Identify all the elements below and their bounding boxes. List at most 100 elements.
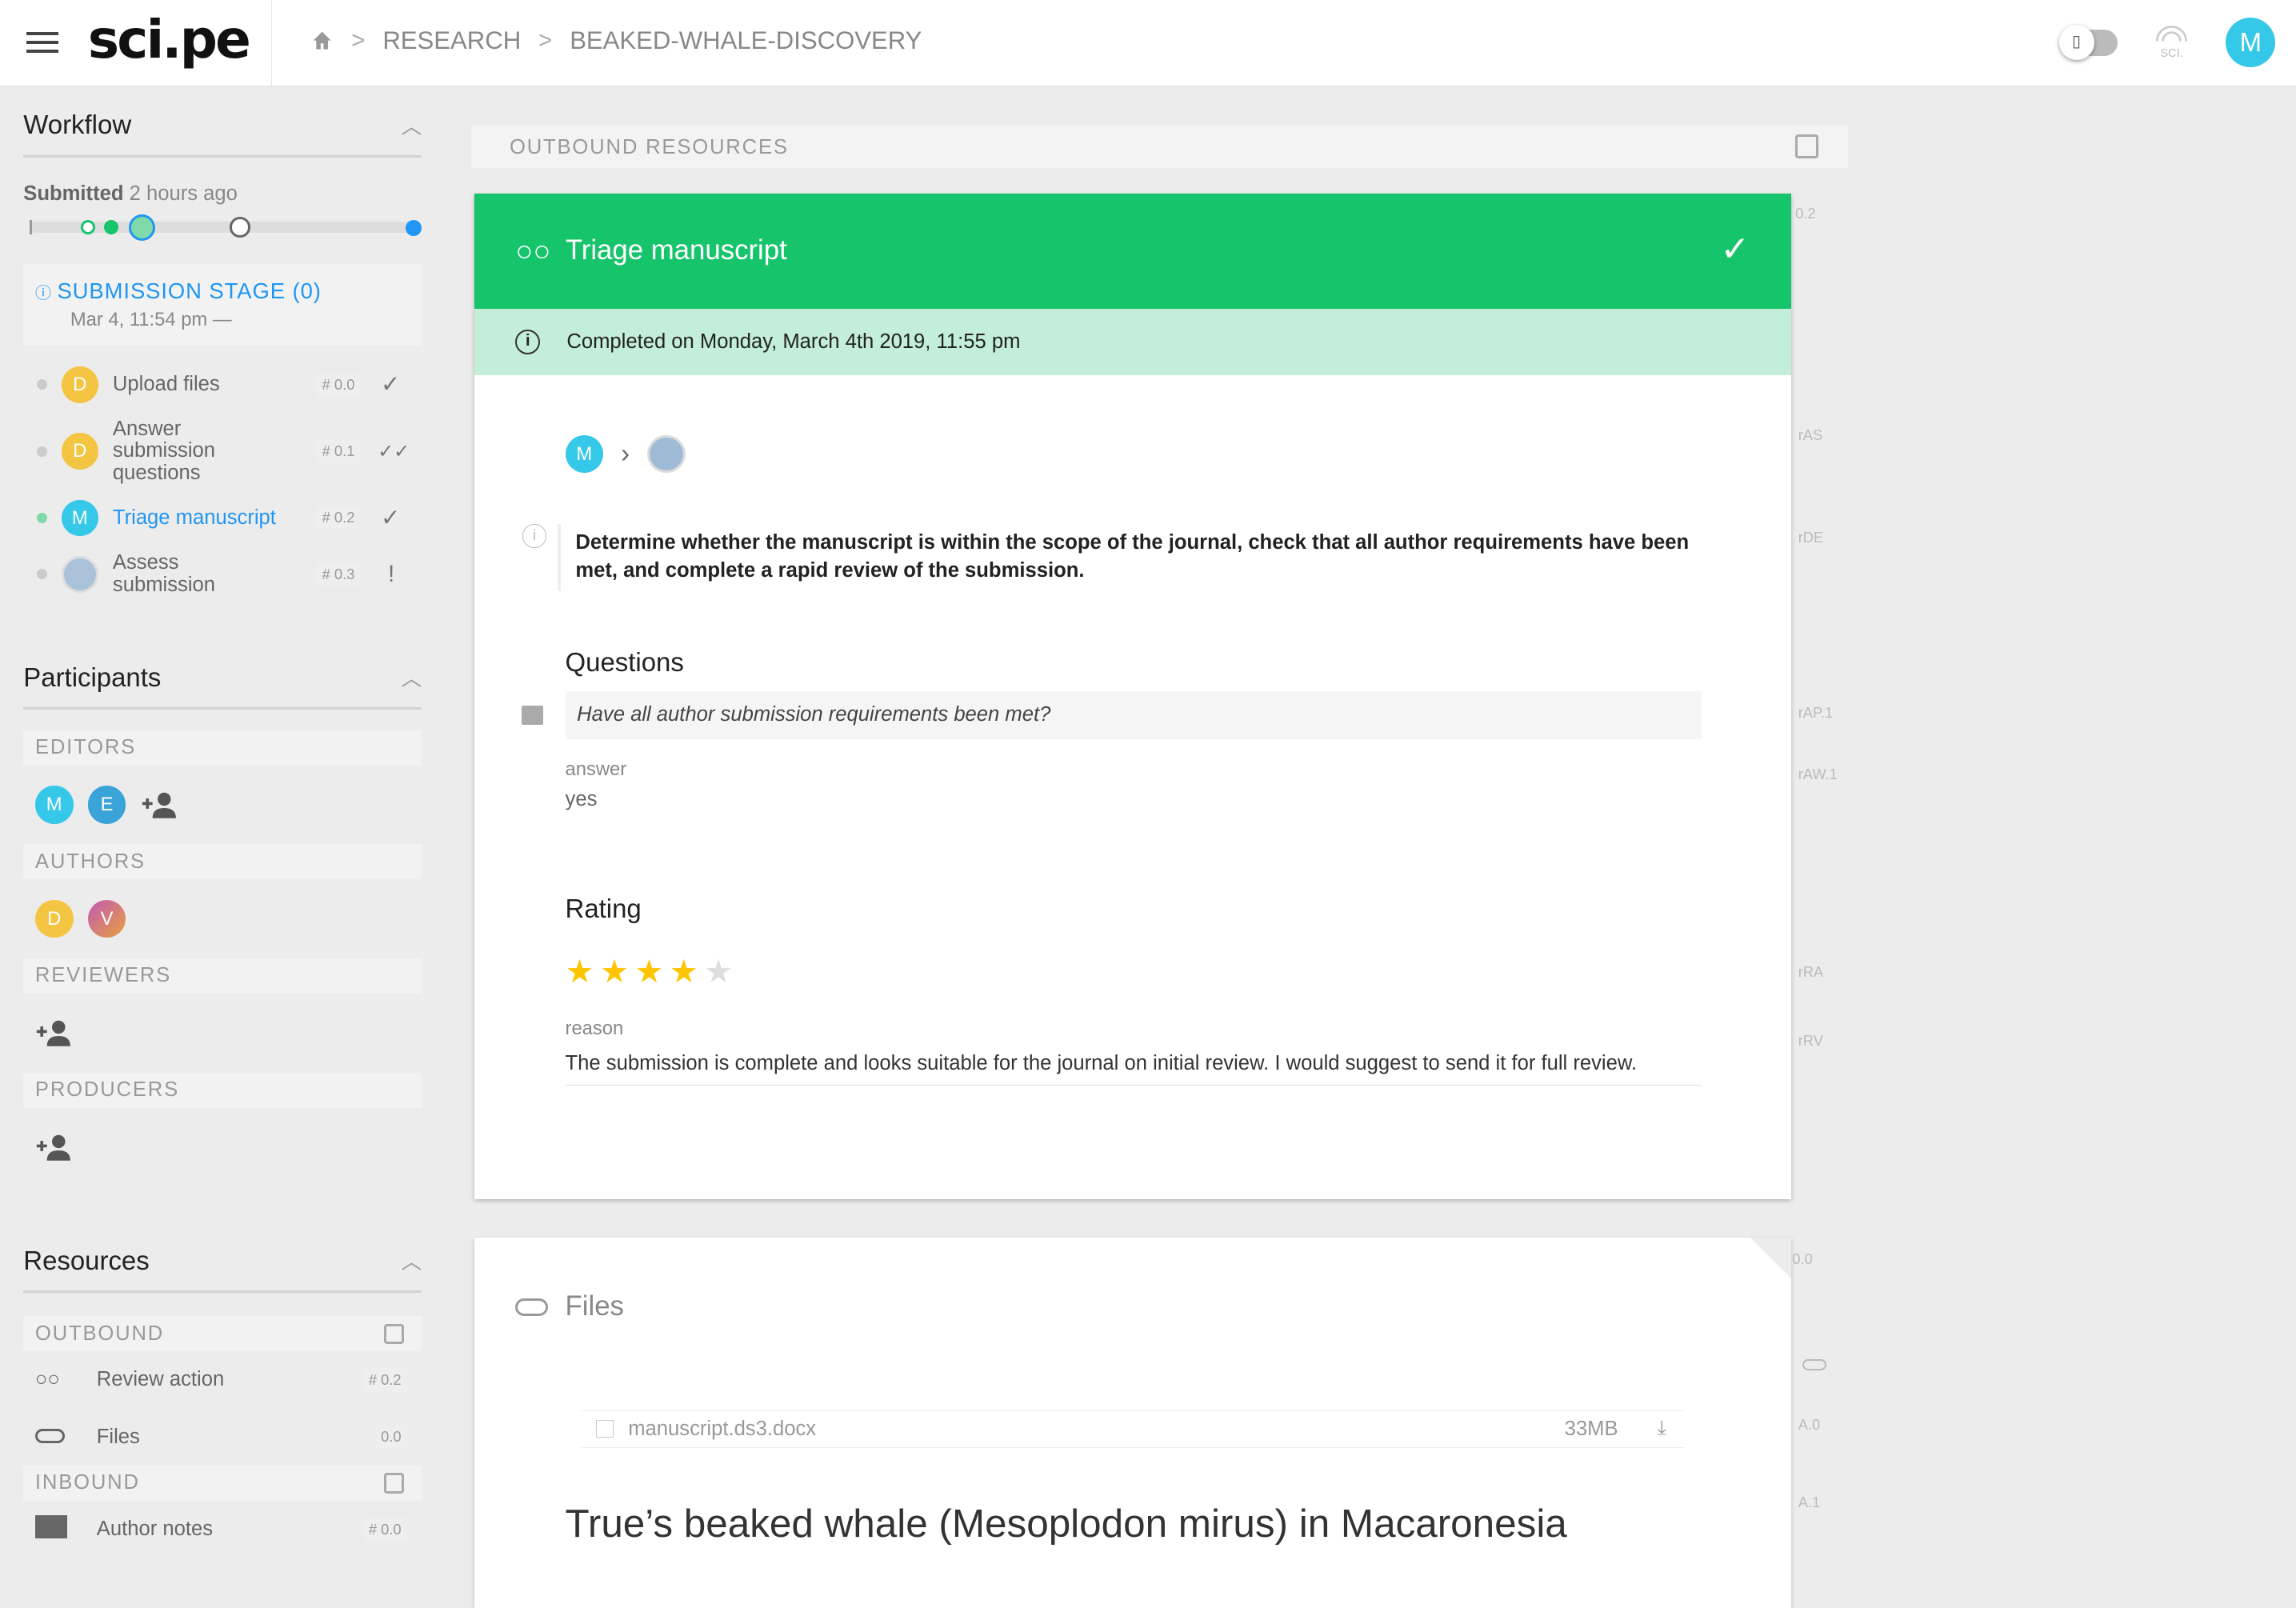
resource-tag: # 0.2 xyxy=(362,1368,407,1392)
role-avatar[interactable] xyxy=(646,434,686,474)
files-title: Files xyxy=(565,1291,624,1322)
resource-files[interactable]: Files 0.0 xyxy=(23,1409,422,1466)
breadcrumb-project[interactable]: BEAKED-WHALE-DISCOVERY xyxy=(570,26,922,55)
resource-author-notes[interactable]: Author notes # 0.0 xyxy=(23,1501,422,1558)
submission-stage[interactable]: ⓘ SUBMISSION STAGE (0) Mar 4, 11:54 pm — xyxy=(23,263,422,346)
card-header: ○○ Triage manuscript ✓ xyxy=(474,193,1791,310)
margin-tag: A.1 xyxy=(1798,1494,1821,1510)
check-icon: ✓ xyxy=(380,504,401,531)
paperclip-icon xyxy=(515,1298,548,1316)
margin-tag: A.0 xyxy=(1798,1415,1821,1433)
workflow-item-answer-questions[interactable]: D Answer submission questions # 0.1 ✓✓ xyxy=(23,418,422,485)
add-person-icon[interactable] xyxy=(35,1133,74,1162)
book-icon: ▯ xyxy=(2058,25,2094,61)
breadcrumb: > RESEARCH > BEAKED-WHALE-DISCOVERY xyxy=(310,26,922,55)
group-editors: EDITORS M E xyxy=(23,730,422,845)
mail-icon xyxy=(34,1514,74,1544)
resource-tag: # 0.0 xyxy=(362,1517,407,1542)
avatar[interactable]: M xyxy=(34,786,74,824)
save-icon[interactable] xyxy=(383,1323,405,1345)
bullet xyxy=(36,569,47,580)
workflow-item-label: Triage manuscript xyxy=(112,506,276,529)
progress-step[interactable] xyxy=(230,217,250,238)
bullet xyxy=(36,512,47,523)
save-icon[interactable] xyxy=(1795,134,1819,158)
chevron-up-icon[interactable]: ︿ xyxy=(402,110,422,140)
star-icon: ★ xyxy=(599,953,630,990)
user-avatar[interactable]: M xyxy=(2226,17,2276,68)
paper-title: True’s beaked whale (Mesoplodon mirus) i… xyxy=(565,1502,1567,1546)
menu-icon[interactable] xyxy=(26,28,59,58)
workflow-progress[interactable] xyxy=(23,211,422,241)
chevron-right-icon: > xyxy=(538,26,553,54)
margin-tag: 0.0 xyxy=(1792,1250,1813,1268)
breadcrumb-research[interactable]: RESEARCH xyxy=(382,26,521,55)
workflow-item-upload-files[interactable]: D Upload files # 0.0 ✓ xyxy=(23,366,422,403)
workflow-item-label: Answer submission questions xyxy=(112,417,216,484)
glasses-icon: ○○ xyxy=(515,234,551,267)
triage-card: ○○ Triage manuscript ✓ i Completed on Mo… xyxy=(474,193,1791,1200)
star-icon: ★ xyxy=(634,953,664,990)
outbound-resources-header: OUTBOUND RESOURCES xyxy=(471,126,1848,169)
task-description: Determine whether the manuscript is with… xyxy=(575,530,1690,582)
save-icon[interactable] xyxy=(383,1473,405,1494)
resources-header[interactable]: Resources ︿ xyxy=(23,1246,422,1294)
assignment: M › xyxy=(565,434,686,474)
answer-value: yes xyxy=(565,787,598,810)
questions-title: Questions xyxy=(565,647,684,678)
resource-label: Files xyxy=(96,1425,140,1448)
info-icon: ⓘ xyxy=(34,285,58,303)
chevron-up-icon[interactable]: ︿ xyxy=(402,662,422,692)
info-icon: i xyxy=(522,524,546,548)
reason-label: reason xyxy=(565,1018,624,1040)
file-size: 33MB xyxy=(1564,1417,1618,1440)
group-header: REVIEWERS xyxy=(23,958,422,994)
avatar[interactable]: D xyxy=(34,899,74,938)
paperclip-icon xyxy=(1802,1358,1826,1371)
progress-end[interactable] xyxy=(406,219,422,237)
divider xyxy=(558,524,562,592)
chevron-right-icon: > xyxy=(351,26,366,54)
resource-label: Review action xyxy=(96,1368,225,1391)
completion-text: Completed on Monday, March 4th 2019, 11:… xyxy=(566,330,1021,353)
workflow-item-label: Assess submission xyxy=(112,551,216,596)
assignee-avatar[interactable]: M xyxy=(565,434,604,474)
outbound-label: OUTBOUND xyxy=(34,1322,165,1345)
workflow-header[interactable]: Workflow ︿ xyxy=(23,110,422,158)
progress-step-current[interactable] xyxy=(129,214,155,241)
stage-subtitle: Mar 4, 11:54 pm — xyxy=(70,308,232,330)
avatar: M xyxy=(61,499,98,537)
workflow-item-triage-manuscript[interactable]: M Triage manuscript # 0.2 ✓ xyxy=(23,499,422,537)
home-icon[interactable] xyxy=(310,29,334,52)
file-name[interactable]: manuscript.ds3.docx xyxy=(628,1418,816,1441)
participants-header[interactable]: Participants ︿ xyxy=(23,662,422,710)
add-person-icon[interactable] xyxy=(141,790,179,820)
card-title: Triage manuscript xyxy=(565,235,787,266)
resource-review-action[interactable]: ○○ Review action # 0.2 xyxy=(23,1351,422,1408)
workflow-item-assess-submission[interactable]: Assess submission # 0.3 ! xyxy=(23,551,422,598)
workflow-title: Workflow xyxy=(23,110,132,140)
avatar[interactable]: E xyxy=(87,786,126,824)
progress-step[interactable] xyxy=(80,219,95,235)
sci-badge-icon[interactable]: SCI. xyxy=(2150,21,2194,65)
chevron-up-icon[interactable]: ︿ xyxy=(402,1246,422,1275)
file-row[interactable]: manuscript.ds3.docx 33MB ⤓ xyxy=(581,1410,1684,1449)
logo[interactable]: sci.pe xyxy=(88,9,251,70)
margin-tag: 0.2 xyxy=(1795,205,1816,222)
top-bar: sci.pe > RESEARCH > BEAKED-WHALE-DISCOVE… xyxy=(0,0,2296,86)
corner-fold xyxy=(1750,1237,1791,1278)
avatar[interactable]: V xyxy=(87,899,126,938)
files-header: Files xyxy=(515,1291,624,1322)
star-icon: ★ xyxy=(565,953,594,990)
participants-title: Participants xyxy=(23,662,162,692)
download-icon[interactable]: ⤓ xyxy=(1658,1417,1666,1441)
avatar: D xyxy=(61,366,98,403)
group-header: AUTHORS xyxy=(23,844,422,880)
star-icon: ★ xyxy=(669,953,698,990)
add-person-icon[interactable] xyxy=(35,1018,74,1048)
bullet xyxy=(36,446,47,457)
info-icon: i xyxy=(515,329,541,354)
view-toggle[interactable]: ▯ xyxy=(2058,25,2118,61)
group-reviewers: REVIEWERS xyxy=(23,958,422,1073)
chevron-right-icon: › xyxy=(621,438,630,469)
